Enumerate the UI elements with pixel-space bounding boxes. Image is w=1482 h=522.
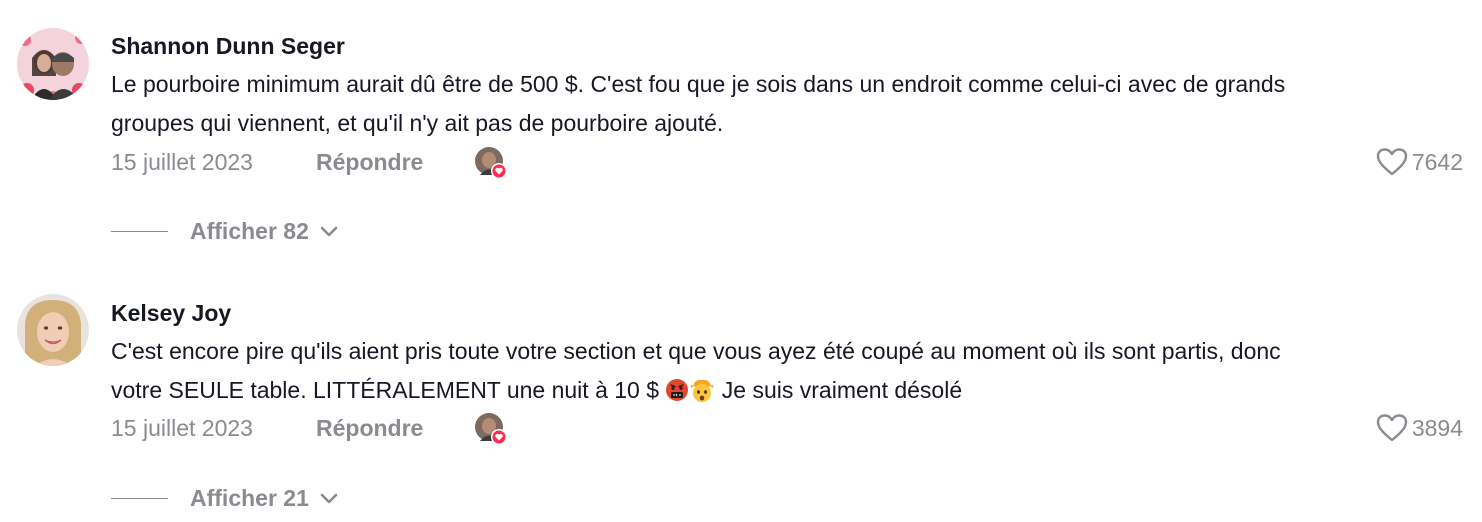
view-replies: Afficher 82	[111, 214, 411, 248]
view-replies-label: Afficher 21	[190, 485, 309, 511]
heart-outline-icon	[1376, 414, 1408, 442]
creator-liked-badge-icon	[474, 412, 508, 446]
reply-button[interactable]: Répondre	[316, 145, 423, 179]
face-with-symbols-on-mouth-icon	[665, 375, 689, 414]
comment-text-line-2: votre SEULE table. LITTÉRALEMENT une nui…	[111, 371, 1471, 414]
comment-text-line: Le pourboire minimum aurait dû être de 5…	[111, 71, 1286, 97]
view-replies-label: Afficher 82	[190, 218, 309, 244]
comment-text-line: groupes qui viennent, et qu'il n'y ait p…	[111, 110, 724, 136]
view-replies: Afficher 21	[111, 481, 411, 515]
heart-outline-icon	[1376, 148, 1408, 176]
divider-line	[111, 231, 168, 232]
like-count: 3894	[1411, 415, 1463, 441]
comment-meta: 15 juillet 2023 Répondre 3894	[111, 411, 1463, 445]
comment-text-segment: Je suis vraiment désolé	[721, 377, 963, 403]
comment-text: Le pourboire minimum aurait dû être de 5…	[111, 65, 1471, 143]
avatar[interactable]	[17, 294, 89, 366]
view-replies-button[interactable]: Afficher 21	[190, 481, 339, 515]
comment-meta: 15 juillet 2023 Répondre 7642	[111, 145, 1463, 179]
comment-username[interactable]: Shannon Dunn Seger	[111, 31, 345, 61]
avatar[interactable]	[17, 28, 89, 100]
comment-text: C'est encore pire qu'ils aient pris tout…	[111, 332, 1471, 414]
chevron-down-icon	[320, 226, 338, 237]
divider-line	[111, 498, 168, 499]
view-replies-button[interactable]: Afficher 82	[190, 214, 339, 248]
comment-date: 15 juillet 2023	[111, 149, 253, 175]
avatar-image	[17, 294, 89, 366]
avatar-image	[17, 28, 89, 100]
comment-text-line: C'est encore pire qu'ils aient pris tout…	[111, 338, 1281, 364]
exploding-head-icon	[689, 375, 715, 414]
reply-button[interactable]: Répondre	[316, 411, 423, 445]
comment-username[interactable]: Kelsey Joy	[111, 298, 231, 328]
like-count: 7642	[1411, 149, 1463, 175]
creator-liked-badge-icon	[474, 146, 508, 180]
chevron-down-icon	[320, 493, 338, 504]
comment-text-segment: votre SEULE table. LITTÉRALEMENT une nui…	[111, 377, 660, 403]
like-button[interactable]: 7642	[1376, 145, 1463, 179]
comment-date: 15 juillet 2023	[111, 415, 253, 441]
like-button[interactable]: 3894	[1376, 411, 1463, 445]
